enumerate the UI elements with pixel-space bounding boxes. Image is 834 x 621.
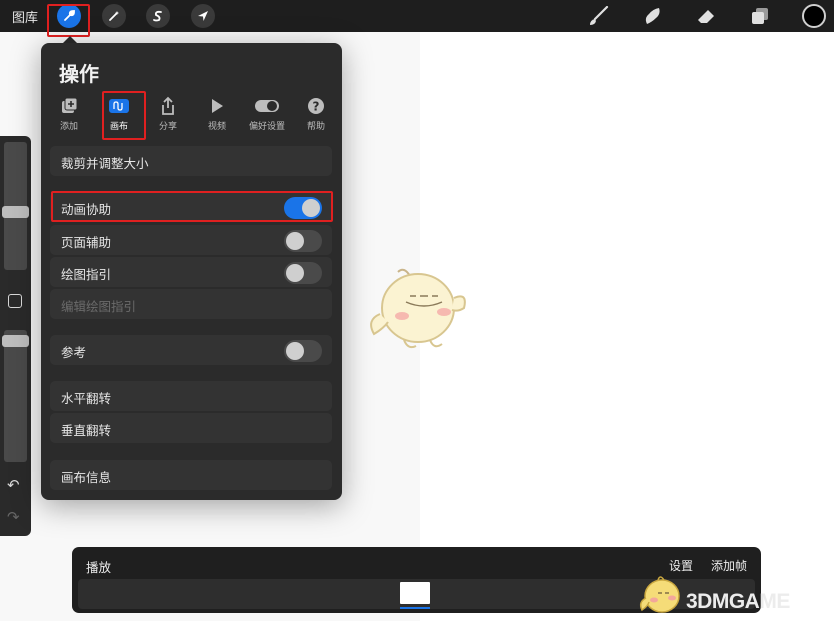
share-icon	[162, 96, 174, 115]
brush-icon[interactable]	[586, 5, 610, 27]
opacity-slider[interactable]	[4, 330, 27, 462]
flip-vertical-label: 垂直翻转	[61, 423, 112, 438]
flip-vertical-row[interactable]: 垂直翻转	[50, 413, 332, 443]
frame-thumbnail[interactable]	[400, 582, 430, 604]
add-frame-button[interactable]: 添加帧	[711, 557, 747, 574]
tab-help[interactable]: ? 帮助	[294, 95, 338, 132]
canvas-tab-highlight-box	[102, 91, 146, 140]
animation-assist-highlight-box	[51, 191, 333, 222]
watermark-text: 3DMGAME	[686, 590, 790, 613]
flip-horizontal-label: 水平翻转	[61, 391, 112, 406]
reference-toggle[interactable]	[284, 340, 322, 362]
tab-share[interactable]: 分享	[146, 95, 190, 132]
opacity-thumb[interactable]	[2, 335, 29, 347]
magic-wand-icon[interactable]	[102, 4, 126, 28]
tab-add-label: 添加	[59, 122, 78, 132]
chick-mascot-illustration	[370, 268, 466, 349]
reference-row[interactable]: 参考	[50, 335, 332, 365]
edit-drawing-guide-row: 编辑绘图指引	[50, 289, 332, 319]
modify-button[interactable]	[8, 294, 22, 308]
drawing-guide-label: 绘图指引	[61, 267, 112, 282]
canvas-info-row[interactable]: 画布信息	[50, 460, 332, 490]
eraser-icon[interactable]	[694, 5, 718, 27]
page-assist-label: 页面辅助	[61, 235, 112, 250]
watermark-mascot-logo	[639, 576, 680, 613]
reference-label: 参考	[61, 345, 87, 360]
layers-icon[interactable]	[748, 5, 772, 27]
canvas-info-label: 画布信息	[61, 470, 112, 485]
tab-add[interactable]: 添加	[47, 95, 91, 132]
tab-share-label: 分享	[158, 122, 177, 132]
crop-resize-label: 裁剪并调整大小	[61, 156, 149, 171]
tab-video[interactable]: 视频	[195, 95, 239, 132]
drawing-guide-toggle[interactable]	[284, 262, 322, 284]
arrow-cursor-icon[interactable]	[191, 4, 215, 28]
actions-panel: 操作 添加 画布 分享 视频 偏好设置 ? 帮助 裁剪并调整大小 动画协助 页面…	[41, 43, 342, 500]
selected-frame-indicator	[400, 607, 430, 609]
svg-text:?: ?	[313, 100, 320, 114]
brush-size-thumb[interactable]	[2, 206, 29, 218]
panel-title: 操作	[59, 62, 99, 86]
toggle-icon	[255, 100, 279, 112]
color-picker-button[interactable]	[802, 4, 826, 28]
page-assist-row[interactable]: 页面辅助	[50, 225, 332, 255]
tab-video-label: 视频	[207, 122, 226, 132]
play-icon	[212, 99, 223, 113]
add-image-icon	[62, 97, 78, 113]
page-assist-toggle[interactable]	[284, 230, 322, 252]
left-sidebar: ↶ ↷	[0, 136, 31, 536]
edit-drawing-guide-label: 编辑绘图指引	[61, 299, 137, 314]
help-icon: ?	[308, 98, 324, 114]
gallery-link[interactable]: 图库	[12, 7, 38, 26]
tab-help-label: 帮助	[306, 122, 325, 132]
undo-icon[interactable]: ↶	[7, 476, 20, 494]
tab-preferences-label: 偏好设置	[248, 122, 285, 132]
redo-icon[interactable]: ↷	[7, 508, 20, 526]
tab-preferences[interactable]: 偏好设置	[245, 95, 289, 132]
flip-horizontal-row[interactable]: 水平翻转	[50, 381, 332, 411]
smudge-icon[interactable]	[640, 5, 664, 27]
selection-s-icon[interactable]	[146, 4, 170, 28]
play-button[interactable]: 播放	[86, 557, 111, 576]
top-toolbar: 图库	[0, 0, 834, 37]
actions-highlight-box	[47, 4, 90, 37]
crop-resize-row[interactable]: 裁剪并调整大小	[50, 146, 332, 176]
drawing-guide-row[interactable]: 绘图指引	[50, 257, 332, 287]
